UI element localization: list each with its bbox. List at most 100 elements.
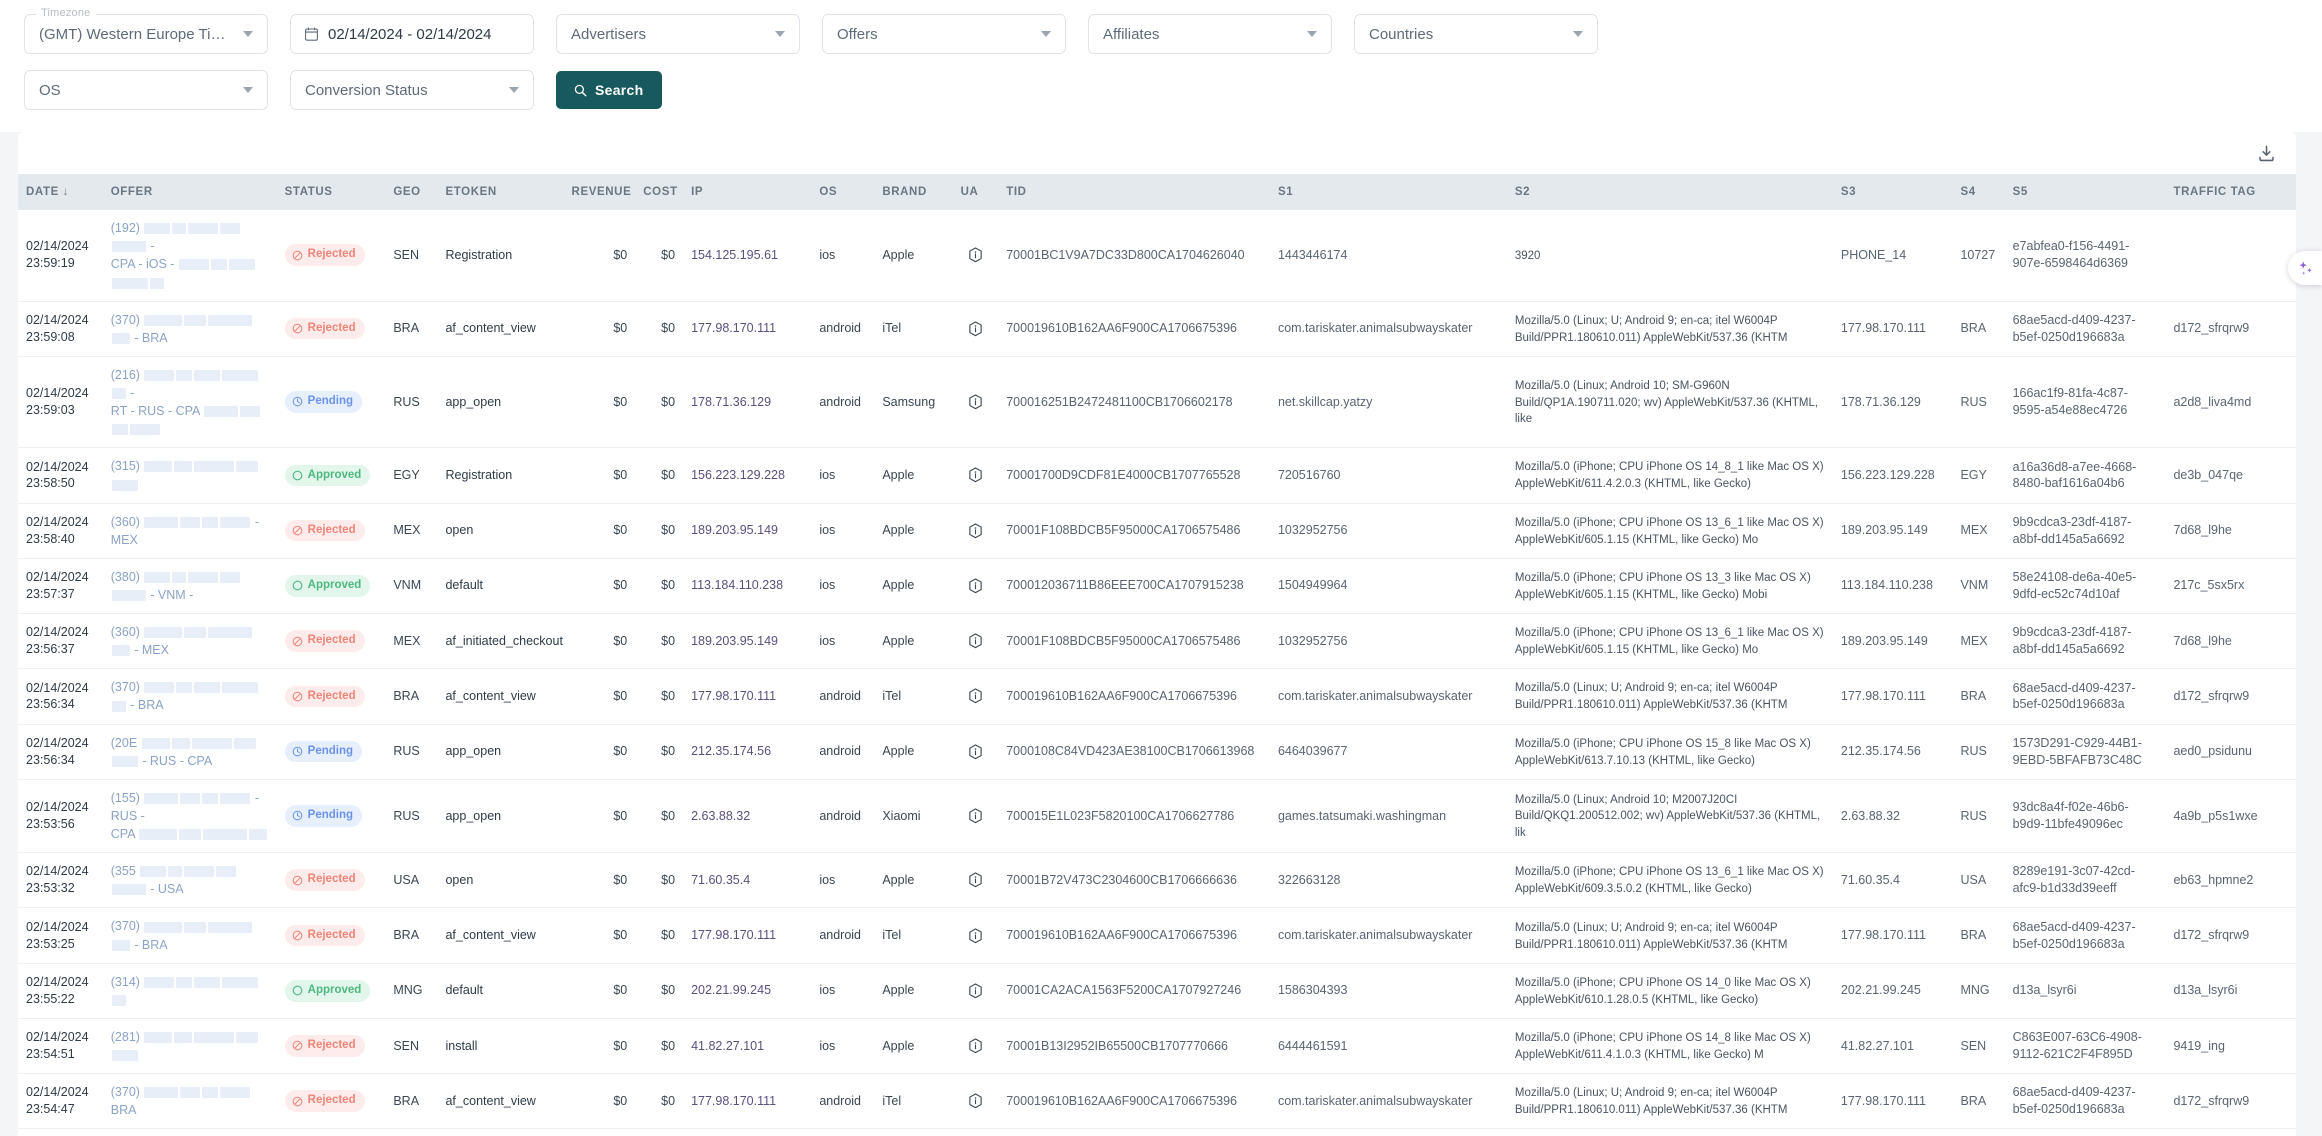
cell-geo: USA bbox=[385, 852, 438, 909]
column-header-s4[interactable]: S4 bbox=[1952, 174, 2005, 210]
cell-revenue: $0 bbox=[563, 301, 636, 357]
column-header-traffic-tag[interactable]: TRAFFIC TAG bbox=[2165, 174, 2296, 210]
cell-ua[interactable] bbox=[952, 963, 999, 1019]
cell-offer[interactable]: (281) bbox=[102, 1018, 277, 1075]
cell-ua[interactable] bbox=[952, 1073, 999, 1130]
cell-offer[interactable]: (360) - MEX bbox=[102, 503, 277, 559]
cell-offer[interactable]: (370) BRA bbox=[102, 1073, 277, 1130]
table-row[interactable]: 02/14/2024 23:56:37 (360) - MEX Rejected MEX… bbox=[18, 613, 2296, 670]
cell-s2: Mozilla/5.0 (Linux; U; Android 9; en-ca;… bbox=[1506, 301, 1833, 357]
cell-ua[interactable] bbox=[952, 301, 999, 357]
cell-cost: $0 bbox=[635, 668, 684, 725]
cell-ua[interactable] bbox=[952, 1018, 999, 1075]
info-icon bbox=[961, 247, 991, 263]
cell-ua[interactable] bbox=[952, 613, 999, 670]
table-row[interactable]: 02/14/2024 23:58:40 (360) - MEX Rejected MEX… bbox=[18, 503, 2296, 559]
column-header-os[interactable]: OS bbox=[811, 174, 875, 210]
column-header-geo[interactable]: GEO bbox=[385, 174, 438, 210]
cell-offer[interactable]: (314) bbox=[102, 963, 277, 1019]
download-icon[interactable] bbox=[2254, 141, 2278, 165]
column-header-s5[interactable]: S5 bbox=[2004, 174, 2166, 210]
timezone-select[interactable]: Timezone (GMT) Western Europe Time, Lond… bbox=[24, 7, 268, 54]
countries-select[interactable]: Countries bbox=[1354, 14, 1598, 54]
cell-offer[interactable]: (370) - BRA bbox=[102, 907, 277, 964]
table-row[interactable]: 02/14/202423:54:45(315) ApprovedEGYdefau… bbox=[18, 1128, 2296, 1136]
sort-desc-icon: ↓ bbox=[62, 186, 70, 198]
table-row[interactable]: 02/14/2024 23:54:51 (281) Rejected SEN insta… bbox=[18, 1018, 2296, 1075]
cell-cost: $0 bbox=[635, 779, 684, 854]
results-table-scroll[interactable]: DATE ↓ OFFER STATUS GEO ETOKEN REVENUE C… bbox=[18, 174, 2296, 1136]
cell-s5: 58e24108-de6a-40e5-9dfd-ec52c74d10af bbox=[2004, 558, 2166, 615]
table-row[interactable]: 02/14/2024 23:59:08 (370) - BRA Rejected BRA… bbox=[18, 301, 2296, 357]
table-row[interactable]: 02/14/2024 23:59:19 (192) - CPA - iOS - Rej… bbox=[18, 210, 2296, 302]
cell-ua[interactable] bbox=[952, 356, 999, 449]
cell-date: 02/14/2024 23:53:32 bbox=[18, 852, 103, 909]
table-row[interactable]: 02/14/2024 23:56:34 (20E - RUS - CPA Pendin… bbox=[18, 724, 2296, 780]
cell-tid: 70001F108BDCB5F95000CA1706575486 bbox=[998, 613, 1270, 670]
column-header-tid[interactable]: TID bbox=[998, 174, 1270, 210]
cell-brand: Samsung bbox=[874, 356, 953, 449]
table-row[interactable]: 02/14/2024 23:53:32 (355 - USA Rejected USA o… bbox=[18, 852, 2296, 909]
table-row[interactable]: 02/14/2024 23:53:25 (370) - BRA Rejected BRA… bbox=[18, 907, 2296, 964]
ai-assistant-button[interactable] bbox=[2288, 251, 2322, 285]
cell-offer[interactable]: (216) - RT - RUS - CPA bbox=[102, 356, 277, 449]
cell-s4: BRA bbox=[1952, 668, 2005, 725]
column-header-s3[interactable]: S3 bbox=[1832, 174, 1953, 210]
cell-tid: 700016251B2472481100CB1706602178 bbox=[998, 356, 1270, 449]
cell-offer[interactable]: (315) bbox=[102, 1128, 277, 1136]
column-header-revenue[interactable]: REVENUE bbox=[563, 174, 636, 210]
cell-ua[interactable] bbox=[952, 779, 999, 854]
cell-offer[interactable]: (192) - CPA - iOS - bbox=[102, 210, 277, 302]
column-header-status[interactable]: STATUS bbox=[276, 174, 386, 210]
table-row[interactable]: 02/14/2024 23:54:47 (370) BRA Rejected BRA af… bbox=[18, 1073, 2296, 1130]
column-header-brand[interactable]: BRAND bbox=[874, 174, 953, 210]
cell-offer[interactable]: (355 - USA bbox=[102, 852, 277, 909]
cell-ua[interactable] bbox=[952, 907, 999, 964]
cell-revenue: $0 bbox=[563, 356, 636, 449]
status-badge: Pending bbox=[284, 391, 363, 413]
offers-select[interactable]: Offers bbox=[822, 14, 1066, 54]
search-button[interactable]: Search bbox=[556, 71, 662, 109]
column-header-offer[interactable]: OFFER bbox=[102, 174, 277, 210]
cell-os: ios bbox=[811, 503, 875, 559]
status-badge: Rejected bbox=[284, 244, 365, 266]
cell-offer[interactable]: (155) - RUS - CPA bbox=[102, 779, 277, 854]
cell-status: Rejected bbox=[276, 668, 386, 725]
table-row[interactable]: 02/14/2024 23:53:56 (155) - RUS - CPA Pendi… bbox=[18, 779, 2296, 854]
column-header-s2[interactable]: S2 bbox=[1506, 174, 1833, 210]
cell-date: 02/14/2024 23:56:34 bbox=[18, 668, 103, 725]
cell-offer[interactable]: (380) - VNM - bbox=[102, 558, 277, 615]
offer-link: (216) bbox=[110, 367, 140, 382]
cell-s5: 68ae5acd-d409-4237-b5ef-0250d196683a bbox=[2004, 668, 2166, 725]
cell-ua[interactable] bbox=[952, 447, 999, 504]
table-row[interactable]: 02/14/2024 23:56:34 (370) - BRA Rejected BRA… bbox=[18, 668, 2296, 725]
conversion-status-select[interactable]: Conversion Status bbox=[290, 70, 534, 110]
cell-offer[interactable]: (370) - BRA bbox=[102, 301, 277, 357]
cell-offer[interactable]: (315) bbox=[102, 447, 277, 504]
cell-offer[interactable]: (370) - BRA bbox=[102, 668, 277, 725]
cell-ua[interactable] bbox=[952, 503, 999, 559]
column-header-cost[interactable]: COST bbox=[635, 174, 684, 210]
column-header-ua[interactable]: UA bbox=[952, 174, 999, 210]
cell-ua[interactable] bbox=[952, 1128, 999, 1136]
date-range-input[interactable]: 02/14/2024 - 02/14/2024 bbox=[290, 14, 534, 54]
cell-offer[interactable]: (360) - MEX bbox=[102, 613, 277, 670]
affiliates-select[interactable]: Affiliates bbox=[1088, 14, 1332, 54]
column-header-s1[interactable]: S1 bbox=[1269, 174, 1507, 210]
advertisers-select[interactable]: Advertisers bbox=[556, 14, 800, 54]
cell-offer[interactable]: (20E - RUS - CPA bbox=[102, 724, 277, 780]
table-row[interactable]: 02/14/2024 23:57:37 (380) - VNM - Approved V… bbox=[18, 558, 2296, 615]
os-select[interactable]: OS bbox=[24, 70, 268, 110]
table-row[interactable]: 02/14/2024 23:58:50 (315) Approved EGY Regis… bbox=[18, 447, 2296, 504]
table-row[interactable]: 02/14/2024 23:59:03 (216) - RT - RUS - CPA … bbox=[18, 356, 2296, 449]
column-header-etoken[interactable]: ETOKEN bbox=[437, 174, 564, 210]
cell-ua[interactable] bbox=[952, 852, 999, 909]
cell-ua[interactable] bbox=[952, 210, 999, 302]
cell-ua[interactable] bbox=[952, 668, 999, 725]
cell-ua[interactable] bbox=[952, 724, 999, 780]
table-row[interactable]: 02/14/2024 23:55:22 (314) Approved MNG defau… bbox=[18, 963, 2296, 1019]
column-header-date[interactable]: DATE ↓ bbox=[18, 174, 103, 210]
cell-ua[interactable] bbox=[952, 558, 999, 615]
column-header-ip[interactable]: IP bbox=[683, 174, 812, 210]
cell-date: 02/14/2024 23:53:25 bbox=[18, 907, 103, 964]
